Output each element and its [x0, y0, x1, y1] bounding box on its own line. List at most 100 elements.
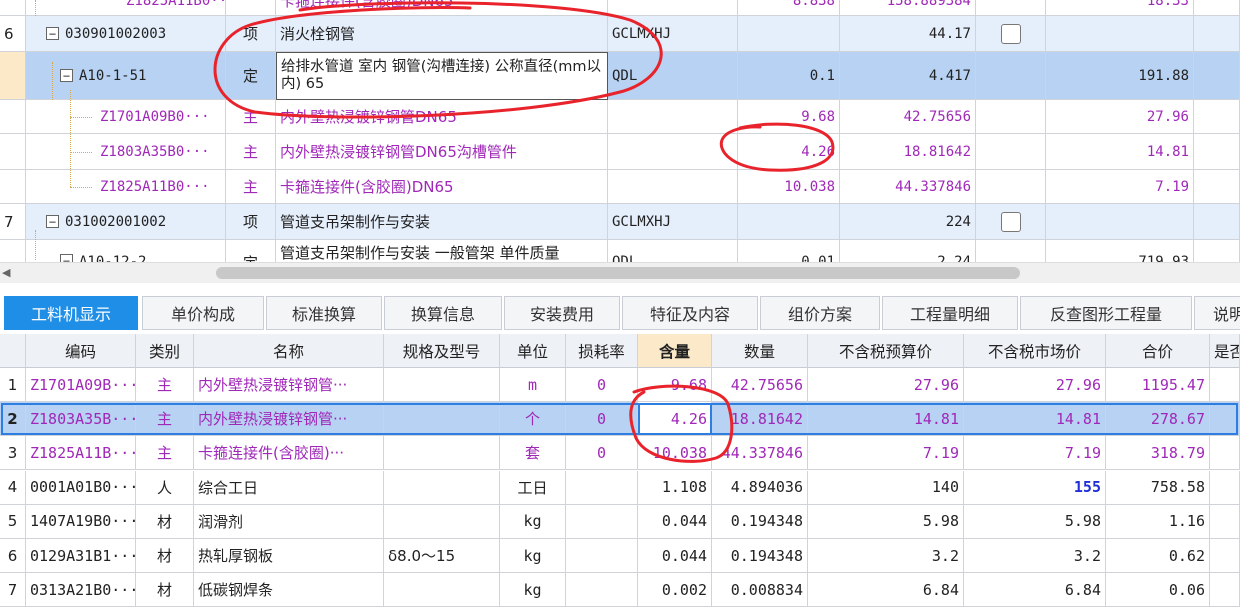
cell-market[interactable]: 3.2	[964, 539, 1106, 573]
cell-loss[interactable]	[566, 573, 638, 607]
cell-loss[interactable]	[566, 504, 638, 539]
cell-content[interactable]: 10.038	[638, 436, 712, 471]
cell-unit[interactable]: kg	[500, 504, 566, 539]
horizontal-scrollbar[interactable]: ◀	[0, 262, 1240, 283]
table-row[interactable]: 7 0313A21B0··· 材低碳钢焊条 kg 0.002 0.008834 6.84 6.…	[0, 573, 1240, 607]
cell-type[interactable]: 人	[136, 470, 194, 505]
cell-unit[interactable]: m	[500, 368, 566, 402]
cell-unit[interactable]: kg	[500, 573, 566, 607]
cell-qty[interactable]: 4.894036	[712, 470, 808, 505]
cell-loss[interactable]	[566, 470, 638, 505]
table-row-selected[interactable]: 2 Z1803A35B··· 主内外壁热浸镀锌钢管··· 个 0 4.26 18.81642…	[0, 402, 1240, 437]
cell-code[interactable]: 0313A21B0···	[26, 573, 136, 607]
cell-unit[interactable]: kg	[500, 539, 566, 573]
cell-unit[interactable]: 工日	[500, 470, 566, 505]
cell-type[interactable]: 主	[136, 368, 194, 402]
cell-type[interactable]: 材	[136, 573, 194, 607]
cell-budget[interactable]: 14.81	[808, 402, 964, 437]
cell-loss[interactable]: 0	[566, 436, 638, 471]
cell-spec[interactable]	[384, 402, 500, 437]
cell-type[interactable]: 主	[136, 436, 194, 471]
cell-content[interactable]: 4.26	[638, 402, 712, 437]
cell-content[interactable]: 0.044	[638, 504, 712, 539]
cell-flag[interactable]	[1210, 573, 1240, 607]
cell-name[interactable]: 低碳钢焊条	[194, 573, 384, 607]
cell-flag[interactable]	[1210, 539, 1240, 573]
cell-budget[interactable]: 3.2	[808, 539, 964, 573]
cell-name[interactable]: 热轧厚钢板	[194, 539, 384, 573]
scroll-left-icon[interactable]: ◀	[2, 266, 10, 279]
collapse-icon[interactable]: −	[46, 27, 59, 40]
cell-flag[interactable]	[1210, 368, 1240, 402]
cell-code[interactable]: Z1701A09B···	[26, 368, 136, 402]
cell-type[interactable]: 材	[136, 539, 194, 573]
cell-budget[interactable]: 140	[808, 470, 964, 505]
table-row[interactable]: 6 0129A31B1··· 材热轧厚钢板 δ8.0～15 kg 0.044 0.19434…	[0, 539, 1240, 573]
cell-flag[interactable]	[1210, 470, 1240, 505]
cell-qty[interactable]: 42.75656	[712, 368, 808, 402]
cell-budget[interactable]: 27.96	[808, 368, 964, 402]
cell-market[interactable]: 5.98	[964, 504, 1106, 539]
tab-description[interactable]: 说明	[1194, 296, 1240, 330]
cell-qty[interactable]: 0.194348	[712, 504, 808, 539]
cell-content[interactable]: 9.68	[638, 368, 712, 402]
tab-quantity-detail[interactable]: 工程量明细	[882, 296, 1018, 330]
cell-num[interactable]: 5	[0, 504, 26, 539]
cell-unit[interactable]: 套	[500, 436, 566, 471]
tab-conversion-info[interactable]: 换算信息	[384, 296, 502, 330]
cell-total[interactable]: 1.16	[1106, 504, 1210, 539]
table-row[interactable]: Z1825A11B0··· 卡箍连接件(含胶圈)DN65 8.838 158.8…	[0, 0, 1240, 16]
cell-market[interactable]: 155	[964, 470, 1106, 505]
cell-unit[interactable]: 个	[500, 402, 566, 437]
cell-market[interactable]: 27.96	[964, 368, 1106, 402]
cell-num[interactable]: 6	[0, 539, 26, 573]
table-row[interactable]: Z1701A09B0··· 主 内外壁热浸镀锌钢管DN65 9.68 42.75…	[0, 100, 1240, 134]
cell-spec[interactable]	[384, 573, 500, 607]
collapse-icon[interactable]: −	[60, 254, 73, 262]
table-row[interactable]: 3 Z1825A11B··· 主卡箍连接件(含胶圈)··· 套 0 10.038 44.33…	[0, 436, 1240, 471]
cell-spec[interactable]	[384, 470, 500, 505]
tab-pricing-scheme[interactable]: 组价方案	[760, 296, 880, 330]
table-row[interactable]: 7 −031002001002 项 管道支吊架制作与安装 GCLMXHJ 224	[0, 204, 1240, 240]
cell-market[interactable]: 14.81	[964, 402, 1106, 437]
cell-total[interactable]: 758.58	[1106, 470, 1210, 505]
cell-name[interactable]: 内外壁热浸镀锌钢管···	[194, 368, 384, 402]
cell-loss[interactable]: 0	[566, 368, 638, 402]
cell-total[interactable]: 0.62	[1106, 539, 1210, 573]
cell-total[interactable]: 278.67	[1106, 402, 1210, 437]
cell-spec[interactable]: δ8.0～15	[384, 539, 500, 573]
cell-spec[interactable]	[384, 436, 500, 471]
cell-num[interactable]: 1	[0, 368, 26, 402]
cell-name[interactable]: 润滑剂	[194, 504, 384, 539]
tab-labor-material[interactable]: 工料机显示	[4, 296, 138, 330]
cell-qty[interactable]: 0.194348	[712, 539, 808, 573]
cell-name[interactable]: 内外壁热浸镀锌钢管···	[194, 402, 384, 437]
cell-total[interactable]: 318.79	[1106, 436, 1210, 471]
cell-code[interactable]: 0129A31B1···	[26, 539, 136, 573]
collapse-icon[interactable]: −	[46, 215, 59, 228]
tab-unit-price[interactable]: 单价构成	[142, 296, 264, 330]
table-row[interactable]: −A10-12-2 定 管道支吊架制作与安装 一般管架 单件质量 QDL 0.0…	[0, 240, 1240, 262]
cell-qty[interactable]: 18.81642	[712, 402, 808, 437]
cell-market[interactable]: 7.19	[964, 436, 1106, 471]
cell-budget[interactable]: 5.98	[808, 504, 964, 539]
cell-flag[interactable]	[1210, 436, 1240, 471]
cell-loss[interactable]: 0	[566, 402, 638, 437]
tab-install-fee[interactable]: 安装费用	[504, 296, 620, 330]
table-row[interactable]: 1 Z1701A09B··· 主内外壁热浸镀锌钢管··· m 0 9.68 42.75656…	[0, 368, 1240, 402]
tab-standard-conversion[interactable]: 标准换算	[266, 296, 382, 330]
cell-content[interactable]: 0.044	[638, 539, 712, 573]
checkbox[interactable]	[1000, 211, 1021, 232]
table-row[interactable]: 6 −030901002003 项 消火栓钢管 GCLMXHJ 44.17	[0, 16, 1240, 52]
cell-name[interactable]: 综合工日	[194, 470, 384, 505]
cell-num[interactable]: 2	[0, 402, 26, 437]
cell-code[interactable]: Z1803A35B···	[26, 402, 136, 437]
table-row[interactable]: 5 1407A19B0··· 材润滑剂 kg 0.044 0.194348 5.98 5.98…	[0, 504, 1240, 539]
cell-budget[interactable]: 7.19	[808, 436, 964, 471]
tab-features[interactable]: 特征及内容	[622, 296, 758, 330]
table-row-selected[interactable]: − A10-1-51 定 给排水管道 室内 钢管(沟槽连接) 公称直径(mm以内)…	[0, 52, 1240, 100]
cell-total[interactable]: 0.06	[1106, 573, 1210, 607]
cell-content[interactable]: 0.002	[638, 573, 712, 607]
cell-name[interactable]: 卡箍连接件(含胶圈)···	[194, 436, 384, 471]
cell-loss[interactable]	[566, 539, 638, 573]
